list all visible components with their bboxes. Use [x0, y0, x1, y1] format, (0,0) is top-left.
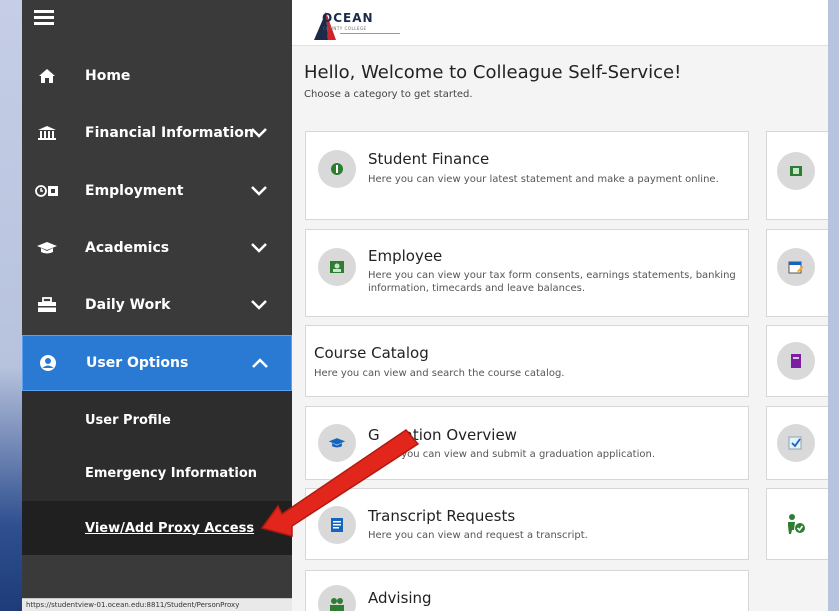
card-graduation-overview[interactable]: Gation Overview re you can view and subm… — [305, 406, 749, 480]
card-description: Here you can view your latest statement … — [368, 174, 719, 185]
submenu-item-label: Emergency Information — [85, 465, 258, 481]
toolbox-icon — [34, 295, 60, 315]
card-title: Transcript Requests — [368, 507, 516, 525]
page-subtitle: Choose a category to get started. — [304, 89, 473, 100]
user-options-submenu: User Profile Emergency Information View/… — [22, 391, 292, 555]
sidebar-item-academics[interactable]: Academics — [22, 220, 292, 276]
card-description: Here you can view your tax form consents… — [368, 270, 736, 294]
book-icon — [777, 342, 815, 380]
sidebar-item-label: Financial Information — [85, 125, 254, 141]
sidebar-item-label: Daily Work — [85, 297, 171, 313]
sidebar-item-financial-information[interactable]: Financial Information — [22, 105, 292, 161]
sidebar-item-label: Academics — [85, 240, 170, 256]
main-content: OCEAN COUNTY COLLEGE Hello, Welcome to C… — [292, 0, 828, 611]
card-advising[interactable]: Advising — [305, 570, 749, 611]
graduation-cap-icon — [318, 424, 356, 462]
right-card-3[interactable] — [766, 325, 828, 397]
submenu-item-view-add-proxy-access[interactable]: View/Add Proxy Access — [22, 501, 292, 555]
card-employee[interactable]: Employee Here you can view your tax form… — [305, 229, 749, 317]
card-title: Employee — [368, 247, 443, 265]
submenu-item-emergency-information[interactable]: Emergency Information — [22, 446, 292, 500]
sidebar-item-label: Employment — [85, 183, 184, 199]
window-frame-left — [0, 0, 22, 611]
document-icon — [318, 506, 356, 544]
people-icon — [318, 585, 356, 611]
bank-icon — [34, 123, 60, 143]
calendar-edit-icon — [777, 248, 815, 286]
card-title: Student Finance — [368, 150, 490, 168]
page-title: Hello, Welcome to Colleague Self-Service… — [304, 62, 682, 83]
card-description: re you can view and submit a graduation … — [388, 449, 656, 460]
card-student-finance[interactable]: Student Finance Here you can view your l… — [305, 131, 749, 220]
chevron-down-icon — [251, 186, 267, 196]
card-course-catalog[interactable]: Course Catalog Here you can view and sea… — [305, 325, 749, 397]
card-title: Advising — [368, 589, 432, 607]
submenu-item-user-profile[interactable]: User Profile — [22, 393, 292, 447]
chevron-down-icon — [251, 300, 267, 310]
right-card-1[interactable] — [766, 131, 828, 220]
sidebar-item-employment[interactable]: Employment — [22, 163, 292, 219]
chevron-up-icon — [252, 358, 268, 368]
right-card-4[interactable] — [766, 406, 828, 480]
window-frame-right — [828, 0, 839, 611]
right-card-2[interactable] — [766, 229, 828, 317]
sidebar-item-label: Home — [85, 68, 131, 84]
user-circle-icon — [35, 353, 61, 373]
sidebar: Home Financial Information Employment Ac… — [22, 0, 292, 611]
hamburger-menu-icon[interactable] — [34, 10, 54, 26]
sidebar-item-user-options[interactable]: User Options — [22, 335, 292, 391]
submenu-item-label: User Profile — [85, 412, 171, 428]
sidebar-item-daily-work[interactable]: Daily Work — [22, 277, 292, 333]
id-badge-icon — [318, 248, 356, 286]
chevron-down-icon — [251, 128, 267, 138]
home-icon — [34, 66, 60, 86]
logo-subtext: COUNTY COLLEGE — [323, 26, 367, 31]
card-description: Here you can view and search the course … — [314, 368, 565, 379]
top-bar: OCEAN COUNTY COLLEGE — [292, 0, 828, 46]
money-icon — [777, 152, 815, 190]
chevron-down-icon — [251, 243, 267, 253]
sidebar-item-label: User Options — [86, 355, 189, 371]
card-title: Gation Overview — [368, 426, 517, 444]
card-title: Course Catalog — [314, 344, 429, 362]
person-check-icon — [777, 505, 815, 543]
sidebar-item-home[interactable]: Home — [22, 48, 292, 104]
submenu-item-label: View/Add Proxy Access — [85, 520, 255, 536]
checklist-icon — [777, 424, 815, 462]
card-description: Here you can view and request a transcri… — [368, 530, 588, 541]
browser-status-url: https://studentview-01.ocean.edu:8811/St… — [22, 598, 292, 611]
logo-text: OCEAN — [322, 11, 374, 25]
right-card-5[interactable] — [766, 488, 828, 560]
card-transcript-requests[interactable]: Transcript Requests Here you can view an… — [305, 488, 749, 560]
money-icon — [318, 150, 356, 188]
graduation-cap-icon — [34, 238, 60, 258]
clock-money-icon — [34, 181, 60, 201]
